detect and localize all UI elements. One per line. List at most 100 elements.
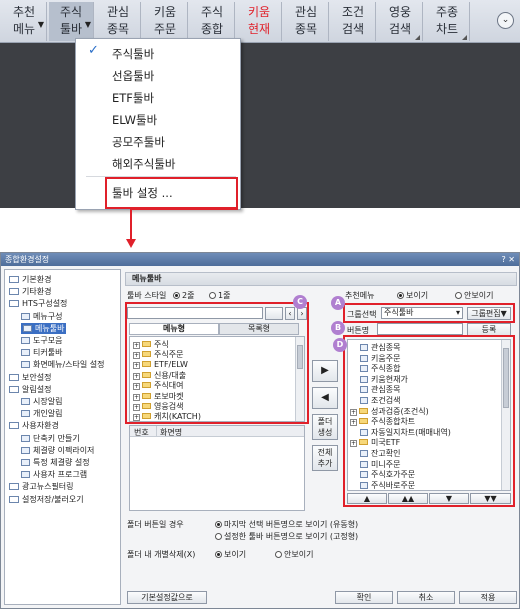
- tree-item-2[interactable]: HTS구성설정: [9, 298, 67, 309]
- toolbar-item-4[interactable]: 주식 종합: [190, 2, 235, 41]
- folder-icon: [9, 483, 19, 491]
- recommend-label: 추천메뉴: [345, 291, 375, 300]
- tree-item-6[interactable]: 티커툴바: [21, 347, 62, 358]
- dropdown-item-3[interactable]: ELW툴바: [112, 112, 157, 128]
- chevron-down-circle-icon[interactable]: ⌄: [497, 12, 514, 29]
- dropdown-item-5[interactable]: 해외주식툴바: [112, 156, 175, 172]
- recommend-show-option[interactable]: 보이기: [397, 290, 428, 301]
- tree-item-1[interactable]: 기타환경: [9, 286, 51, 297]
- add-to-toolbar-button[interactable]: ▶: [312, 360, 338, 382]
- chevron-down-icon: ▼: [37, 20, 44, 29]
- tree-item-label: 광고뉴스필터링: [22, 482, 74, 492]
- tree-item-17[interactable]: 광고뉴스필터링: [9, 481, 74, 492]
- create-folder-button[interactable]: 폴더 생성: [312, 414, 338, 440]
- dialog-window-controls[interactable]: ? ✕: [502, 253, 516, 266]
- dropdown-item-4[interactable]: 공모주툴바: [112, 134, 165, 150]
- col-number: 번호: [134, 428, 149, 437]
- tree-item-8[interactable]: 보안설정: [9, 372, 51, 383]
- marker-a: A: [331, 296, 345, 310]
- tree-item-10[interactable]: 시장알림: [21, 396, 62, 407]
- col-screen-name: 화면명: [160, 428, 183, 437]
- toolbar-style-label: 툴바 스타일: [127, 291, 167, 300]
- tree-item-label: 알림설정: [22, 384, 52, 394]
- tree-item-4[interactable]: 메뉴툴바: [21, 322, 67, 334]
- tree-item-18[interactable]: 설정저장/불러오기: [9, 494, 84, 505]
- tree-item-label: 설정저장/불러오기: [22, 494, 84, 504]
- toolbar-item-5[interactable]: 키움현재: [237, 2, 282, 41]
- delete-show-option[interactable]: 보이기: [215, 549, 246, 560]
- toolbar-item-6[interactable]: 관심 종목: [284, 2, 329, 41]
- page-icon: [21, 349, 30, 357]
- check-icon: ✓: [88, 43, 99, 58]
- tree-item-7[interactable]: 화면메뉴/스타일 설정: [21, 359, 104, 370]
- tree-item-15[interactable]: 특정 체결량 설정: [21, 457, 90, 468]
- connector-line: [130, 208, 238, 210]
- tree-item-14[interactable]: 체결량 이펙라이저: [21, 445, 94, 456]
- style-option-2line[interactable]: 2줄: [173, 290, 194, 301]
- tree-item-label: 화면메뉴/스타일 설정: [33, 360, 105, 370]
- reset-defaults-button[interactable]: 기본설정값으로: [127, 591, 207, 604]
- tree-item-label: 단축키 만들기: [33, 433, 80, 443]
- toolbar-item-line1: 키움: [153, 5, 177, 19]
- toolbar-item-8[interactable]: 영웅 검색: [378, 2, 423, 41]
- page-icon: [21, 398, 30, 405]
- tree-item-5[interactable]: 도구모음: [21, 335, 62, 346]
- recommend-hide-option[interactable]: 안보이기: [455, 290, 493, 301]
- tree-item-16[interactable]: 사용자 프로그램: [21, 469, 87, 480]
- marker-c: C: [293, 295, 307, 309]
- page-icon: [23, 324, 32, 332]
- page-icon: [21, 337, 30, 344]
- style-option-1line[interactable]: 1줄: [209, 290, 230, 301]
- toolbar-item-line1: 관심: [294, 5, 318, 19]
- cancel-button[interactable]: 취소: [397, 591, 455, 604]
- delete-hide-option[interactable]: 안보이기: [275, 549, 313, 560]
- folder-fixed-option[interactable]: 설정한 툴바 버튼명으로 보이기 (고정형): [215, 531, 358, 542]
- tree-item-label: 개인알림: [33, 409, 63, 419]
- tree-item-label: 메뉴구성: [33, 311, 63, 321]
- settings-highlight: [105, 177, 238, 209]
- toolbar-item-0[interactable]: 추천 메뉴 ▼: [2, 2, 47, 41]
- tree-item-label: 사용자환경: [22, 421, 59, 431]
- main-toolbar: 추천 메뉴 ▼ 주식 툴바 ▼ 관심 종목 키움 주문 주식 종합 키움 현재 관심 종목 조건 검색 영웅 검색 주종…: [0, 0, 520, 43]
- dropdown-item-1[interactable]: 선옵툴바: [112, 68, 154, 84]
- folder-delete-label: 폴더 내 개별삭제(X): [127, 550, 196, 559]
- dropdown-item-2[interactable]: ETF툴바: [112, 90, 154, 106]
- toolbar-item-1[interactable]: 주식 툴바 ▼: [49, 2, 94, 41]
- add-all-button[interactable]: 전체 추가: [312, 445, 338, 471]
- toolbar-item-line2: 현재: [247, 22, 271, 36]
- tree-item-label: 사용자 프로그램: [33, 470, 88, 480]
- toolbar-item-9[interactable]: 주종 차트: [425, 2, 470, 41]
- tree-item-label: HTS구성설정: [22, 299, 68, 309]
- button-name-input[interactable]: [377, 323, 463, 335]
- highlight-c: [125, 302, 309, 424]
- background-area-left: [0, 43, 75, 208]
- folder-button-label: 폴더 버튼일 경우: [127, 520, 184, 529]
- tree-item-3[interactable]: 메뉴구성: [21, 311, 62, 322]
- tree-item-label: 기본환경: [22, 275, 52, 284]
- toolbar-item-line1: 키움: [247, 5, 271, 19]
- dropdown-item-0[interactable]: 주식툴바: [112, 46, 154, 62]
- toolbar-item-7[interactable]: 조건 검색: [331, 2, 376, 41]
- settings-dialog: 종합환경설정 ? ✕ 기본환경기타환경 HTS구성설정메뉴구성 메뉴툴바 도구모음 티커…: [0, 252, 520, 609]
- tree-item-9[interactable]: 알림설정: [9, 384, 51, 395]
- remove-from-toolbar-button[interactable]: ◀: [312, 387, 338, 409]
- tree-item-12[interactable]: 사용자환경: [9, 420, 59, 431]
- page-icon: [21, 434, 30, 442]
- toolbar-settings-panel: 메뉴툴바 툴바 스타일 2줄 1줄 추천메뉴 보이기 안보이기 ‹ › 메뉴형 …: [125, 269, 517, 605]
- folder-dynamic-option[interactable]: 마지막 선택 버튼명으로 보이기 (유동형): [215, 519, 358, 530]
- marker-b: B: [331, 321, 345, 335]
- tree-item-label: 기타환경: [22, 287, 52, 297]
- tree-item-label: 보안설정: [22, 372, 52, 382]
- page-icon: [21, 446, 30, 454]
- tree-item-0[interactable]: 기본환경: [9, 274, 51, 285]
- ok-button[interactable]: 확인: [335, 591, 393, 604]
- settings-tree: 기본환경기타환경 HTS구성설정메뉴구성 메뉴툴바 도구모음 티커툴바화면메뉴/스타일 …: [4, 269, 121, 605]
- apply-button[interactable]: 적용: [459, 591, 517, 604]
- toolbar-item-line2: 주문: [153, 22, 177, 36]
- tree-item-13[interactable]: 단축키 만들기: [21, 433, 80, 444]
- dialog-title: 종합환경설정: [1, 253, 519, 266]
- tree-item-11[interactable]: 개인알림: [21, 408, 62, 419]
- toolbar-item-2[interactable]: 관심 종목: [96, 2, 141, 41]
- corner-triangle-icon: [462, 35, 467, 40]
- toolbar-item-3[interactable]: 키움주문: [143, 2, 188, 41]
